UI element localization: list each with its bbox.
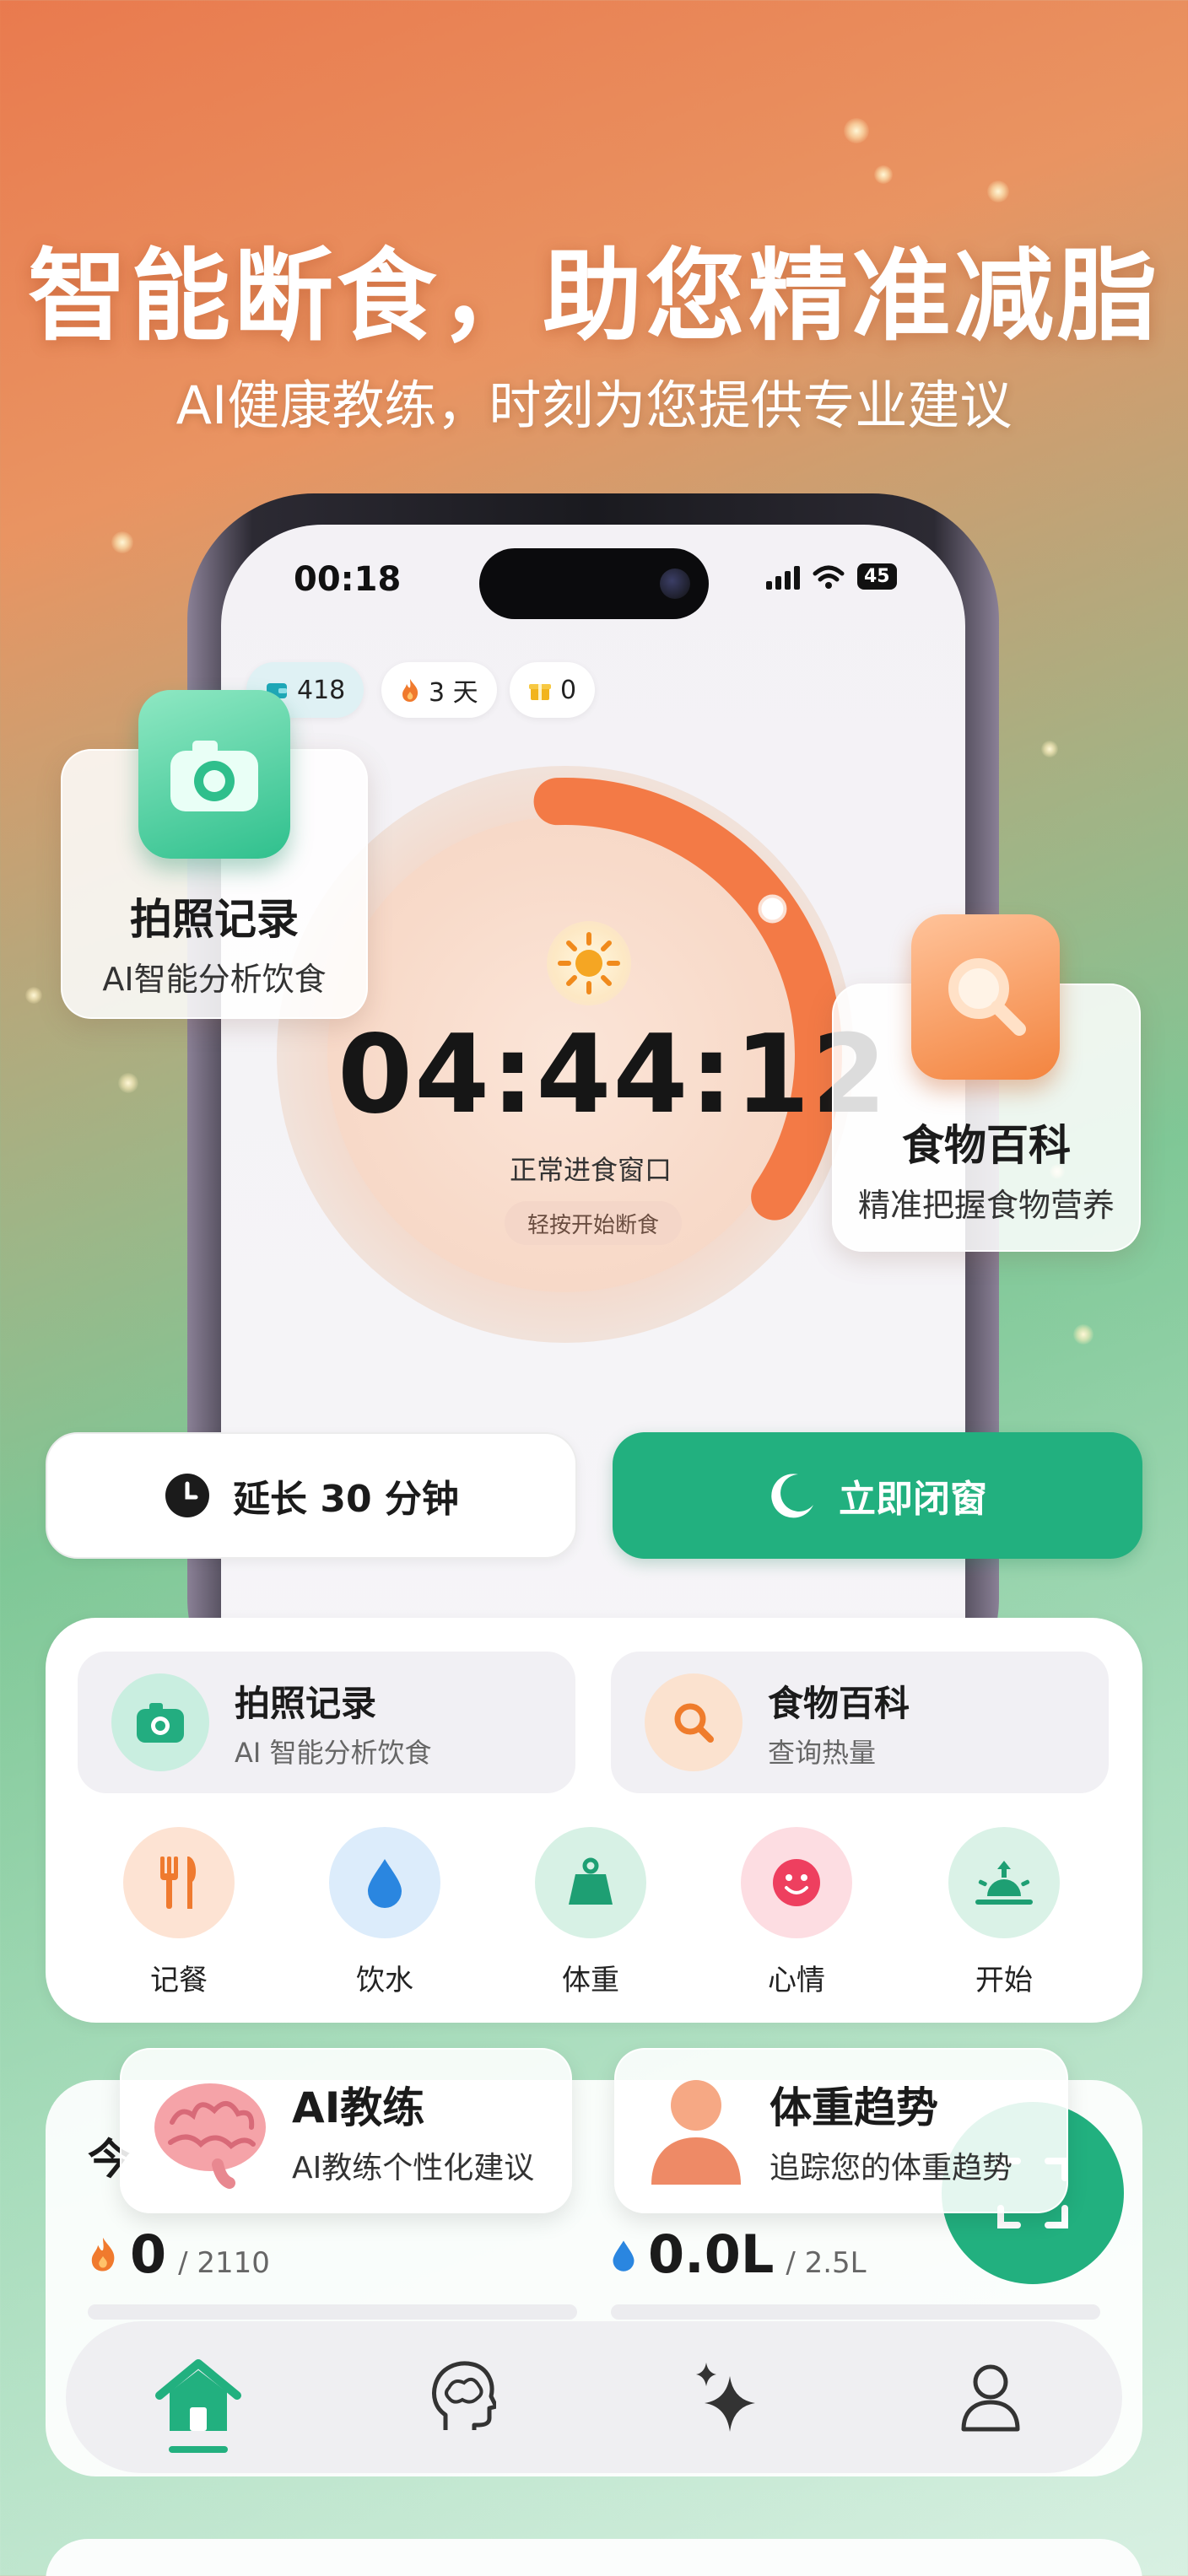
sparkle-decoration xyxy=(874,165,893,184)
quick-action-label: 饮水 xyxy=(356,1964,413,1997)
sunrise-icon xyxy=(948,1827,1060,1938)
water-progress-bar xyxy=(611,2304,1100,2320)
sparkle-decoration xyxy=(111,531,133,553)
clock-icon xyxy=(165,1474,210,1517)
bottom-tab-bar xyxy=(66,2321,1122,2473)
ai-coach-title: AI教练 xyxy=(292,2083,425,2132)
countdown-timer: 04:44:12 xyxy=(338,1012,888,1138)
food-encyclopedia-subtitle: 精准把握食物营养 xyxy=(857,1187,1115,1224)
flame-icon xyxy=(91,2237,115,2272)
utensils-icon xyxy=(123,1827,235,1938)
sparkle-decoration xyxy=(987,181,1009,202)
sparkle-decoration xyxy=(1073,1324,1094,1345)
food-encyclopedia-card[interactable]: 食物百科 查询热量 xyxy=(611,1652,1109,1793)
weight-trend-title: 体重趋势 xyxy=(770,2083,938,2132)
sparkle-decoration xyxy=(118,1073,138,1093)
quick-action-water[interactable]: 饮水 xyxy=(300,1827,469,1998)
photo-card-subtitle: AI 智能分析饮食 xyxy=(235,1736,432,1769)
photo-record-title: 拍照记录 xyxy=(130,895,299,944)
dynamic-island xyxy=(479,548,709,619)
water-stat: 0.0L / 2.5L xyxy=(611,2223,867,2285)
battery-indicator: 45 xyxy=(857,563,897,590)
quick-action-label: 体重 xyxy=(562,1964,619,1997)
sparkle-decoration xyxy=(844,118,869,143)
tab-ai-coach[interactable] xyxy=(412,2347,513,2448)
calorie-progress-bar xyxy=(88,2304,577,2320)
weight-trend-float-card[interactable]: 体重趋势 追踪您的体重趋势 xyxy=(614,2048,1068,2213)
active-tab-indicator xyxy=(168,2446,228,2453)
quick-action-mood[interactable]: 心情 xyxy=(712,1827,881,1998)
timer-progress-knob[interactable] xyxy=(758,894,787,924)
wifi-icon xyxy=(813,565,845,589)
water-drop-icon xyxy=(613,2240,634,2272)
quick-action-start[interactable]: 开始 xyxy=(920,1827,1088,1998)
ai-coach-subtitle: AI教练个性化建议 xyxy=(292,2151,535,2185)
sparkle-decoration xyxy=(25,987,42,1004)
food-card-title: 食物百科 xyxy=(768,1682,910,1724)
extend-30-min-button[interactable]: 延长 30 分钟 xyxy=(46,1432,577,1559)
quick-action-log-meal[interactable]: 记餐 xyxy=(94,1827,263,1998)
sun-icon xyxy=(547,921,631,1005)
tab-discover[interactable] xyxy=(676,2347,777,2448)
moon-icon xyxy=(771,1474,813,1518)
water-value: 0.0L xyxy=(648,2223,775,2285)
gift-badge[interactable]: 0 xyxy=(510,662,596,718)
bottom-sheet-edge xyxy=(46,2539,1142,2576)
smile-icon xyxy=(741,1827,852,1938)
calorie-value: 0 xyxy=(130,2223,167,2285)
quick-action-label: 记餐 xyxy=(150,1964,208,1997)
search-icon xyxy=(645,1673,742,1771)
flame-icon xyxy=(402,679,418,702)
quick-action-label: 开始 xyxy=(975,1964,1033,1997)
brain-head-icon xyxy=(431,2361,496,2430)
streak-badge[interactable]: 3 天 xyxy=(381,662,497,718)
scale-icon xyxy=(535,1827,646,1938)
water-goal: / 2.5L xyxy=(786,2246,867,2280)
close-button-label: 立即闭窗 xyxy=(839,1478,987,1521)
person-icon xyxy=(651,2080,741,2185)
headline: 智能断食，助您精准减脂 xyxy=(27,237,1160,354)
ai-coach-float-card[interactable]: AI教练 AI教练个性化建议 xyxy=(120,2048,572,2213)
food-encyclopedia-title: 食物百科 xyxy=(902,1121,1071,1170)
gift-count: 0 xyxy=(560,675,577,705)
photo-card-title: 拍照记录 xyxy=(235,1682,377,1724)
gift-icon xyxy=(529,684,551,700)
calorie-goal: / 2110 xyxy=(178,2246,270,2280)
quick-action-weight[interactable]: 体重 xyxy=(506,1827,675,1998)
eating-window-label: 正常进食窗口 xyxy=(509,1154,672,1186)
camera-icon xyxy=(111,1673,209,1771)
signal-icon xyxy=(766,564,800,590)
tab-profile[interactable] xyxy=(940,2347,1041,2448)
tab-home[interactable] xyxy=(148,2347,249,2453)
magnifier-icon xyxy=(911,914,1060,1080)
brain-icon xyxy=(154,2083,266,2189)
subheadline: AI健康教练，时刻为您提供专业建议 xyxy=(176,375,1012,436)
food-card-subtitle: 查询热量 xyxy=(768,1736,877,1769)
status-time: 00:18 xyxy=(294,560,402,599)
camera-icon xyxy=(138,690,290,859)
sparkle-decoration xyxy=(1041,741,1058,757)
sparkle-icon xyxy=(695,2363,755,2432)
weight-trend-subtitle: 追踪您的体重趋势 xyxy=(770,2151,1013,2185)
photo-record-subtitle: AI智能分析饮食 xyxy=(102,961,327,998)
close-window-button[interactable]: 立即闭窗 xyxy=(613,1432,1142,1559)
profile-icon xyxy=(961,2364,1019,2432)
quick-action-label: 心情 xyxy=(768,1964,825,1997)
water-drop-icon xyxy=(329,1827,440,1938)
coin-count: 418 xyxy=(297,675,346,705)
calorie-stat: 0 / 2110 xyxy=(88,2223,270,2285)
status-icons: 45 xyxy=(766,563,897,590)
streak-count: 3 天 xyxy=(429,678,478,708)
extend-button-label: 延长 30 分钟 xyxy=(233,1478,459,1521)
start-fasting-hint[interactable]: 轻按开始断食 xyxy=(505,1201,682,1245)
home-icon xyxy=(154,2359,241,2431)
photo-record-card[interactable]: 拍照记录 AI 智能分析饮食 xyxy=(78,1652,575,1793)
